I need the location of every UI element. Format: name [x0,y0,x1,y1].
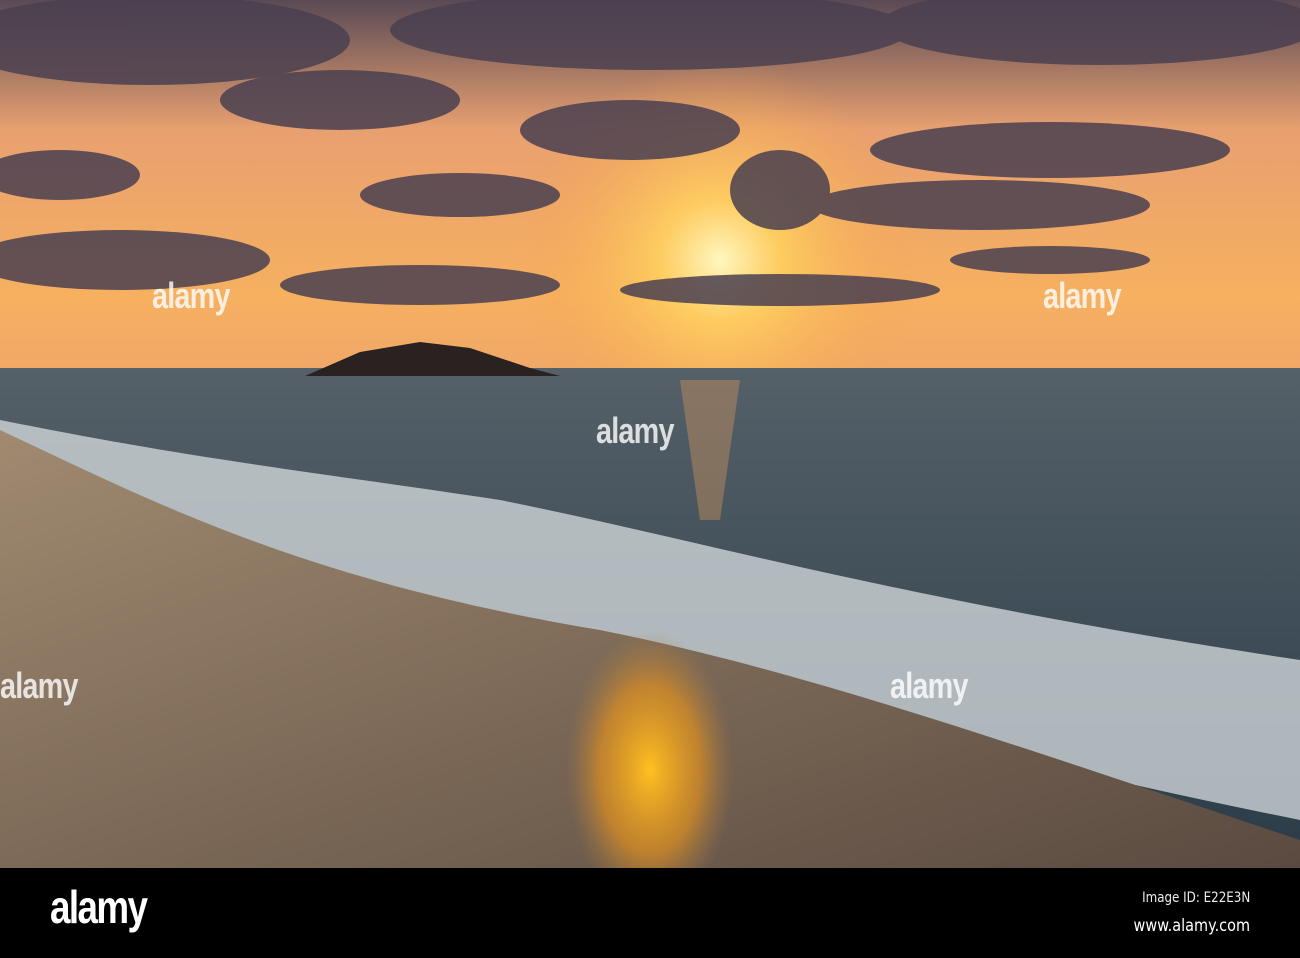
watermark: alamy [152,275,230,316]
image-id: Image ID: E22E3N [1141,890,1250,906]
website-link[interactable]: www.alamy.com [1134,916,1250,936]
watermark: alamy [0,665,78,706]
stock-photo-page: alamy alamy alamy alamy alamy alamy Imag… [0,0,1300,958]
footer-bar: alamy Image ID: E22E3N www.alamy.com [0,868,1300,958]
alamy-logo: alamy [50,881,148,933]
watermark: alamy [890,665,968,706]
watermark: alamy [596,410,674,451]
watermark: alamy [1043,275,1121,316]
